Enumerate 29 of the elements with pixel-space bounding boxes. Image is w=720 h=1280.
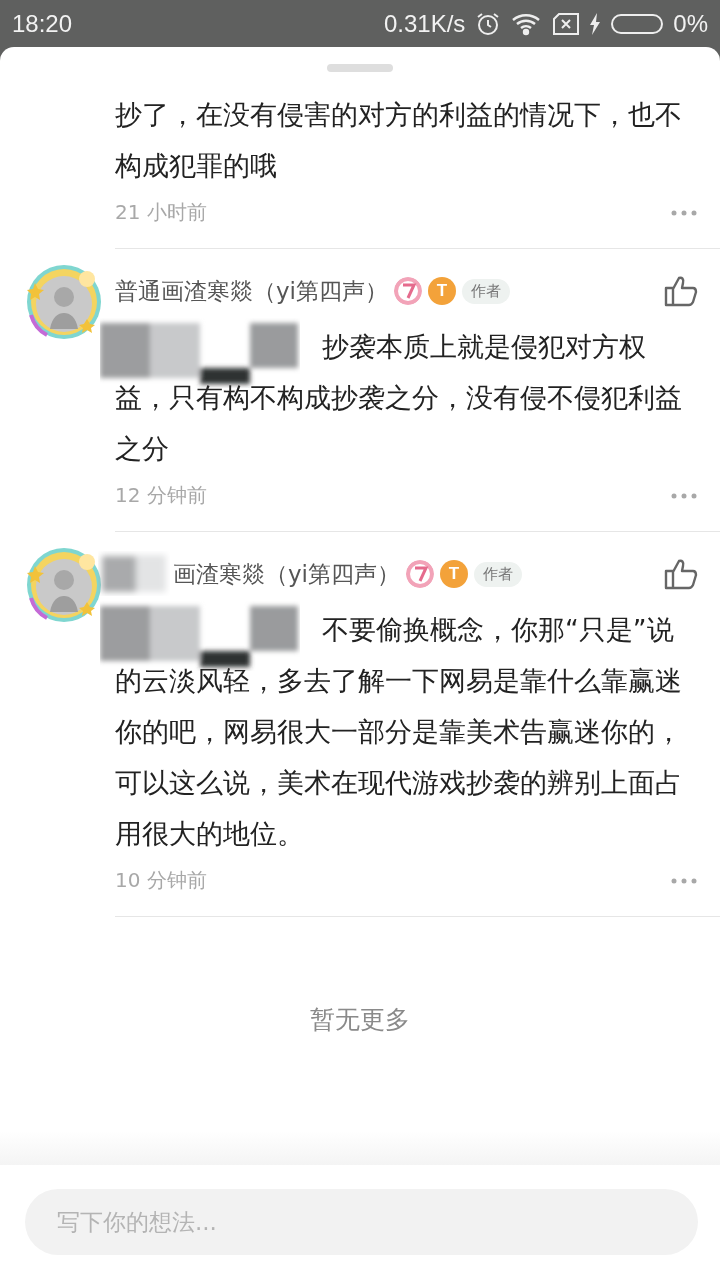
more-icon[interactable] — [671, 877, 697, 884]
username[interactable]: 普通画渣寒燚（yi第四声） — [115, 277, 388, 304]
avatar[interactable] — [25, 263, 103, 341]
battery-icon — [611, 12, 664, 35]
badge-letter: T — [440, 560, 468, 588]
author-tag: 作者 — [474, 561, 522, 587]
comment-text: 抄袭本质上就是侵犯对方权益，只有构不构成抄袭之分，没有侵不侵犯利益之分 — [115, 321, 695, 474]
more-icon[interactable] — [671, 209, 697, 216]
more-icon[interactable] — [671, 492, 697, 499]
username[interactable]: 画渣寒燚（yi第四声） — [173, 560, 400, 587]
comment-text: 抄了，在没有侵害的对方的利益的情况下，也不构成犯罪的哦 — [115, 98, 683, 183]
no-sim-icon — [553, 12, 580, 35]
network-speed: 0.31K/s — [383, 9, 466, 38]
thumbs-up-icon[interactable] — [664, 275, 698, 307]
comment-time: 12 分钟前 — [115, 482, 207, 509]
clock-time: 18:20 — [12, 9, 73, 38]
comment-input-field[interactable]: 写下你的想法... — [25, 1189, 698, 1255]
badge-letter: T — [428, 277, 456, 305]
drag-handle[interactable] — [327, 64, 393, 72]
comment-time: 10 分钟前 — [115, 867, 207, 894]
comment-text: 不要偷换概念，你那“只是”说的云淡风轻，多去了解一下网易是靠什么靠赢迷你的吧，网易很大一部分是靠美术告赢迷你的，可以这么说，美术在现代游戏抄袭的辨别上面占用很大的地位。 — [115, 604, 695, 859]
thumbs-up-icon[interactable] — [664, 558, 698, 590]
comment-time: 21 小时前 — [115, 199, 207, 226]
level-badge-icon — [394, 277, 422, 305]
battery-percent: 0% — [673, 9, 708, 38]
author-tag: 作者 — [462, 278, 510, 304]
level-badge-icon — [406, 560, 434, 588]
avatar[interactable] — [25, 546, 103, 624]
end-of-list-text: 暂无更多 — [310, 1005, 410, 1034]
